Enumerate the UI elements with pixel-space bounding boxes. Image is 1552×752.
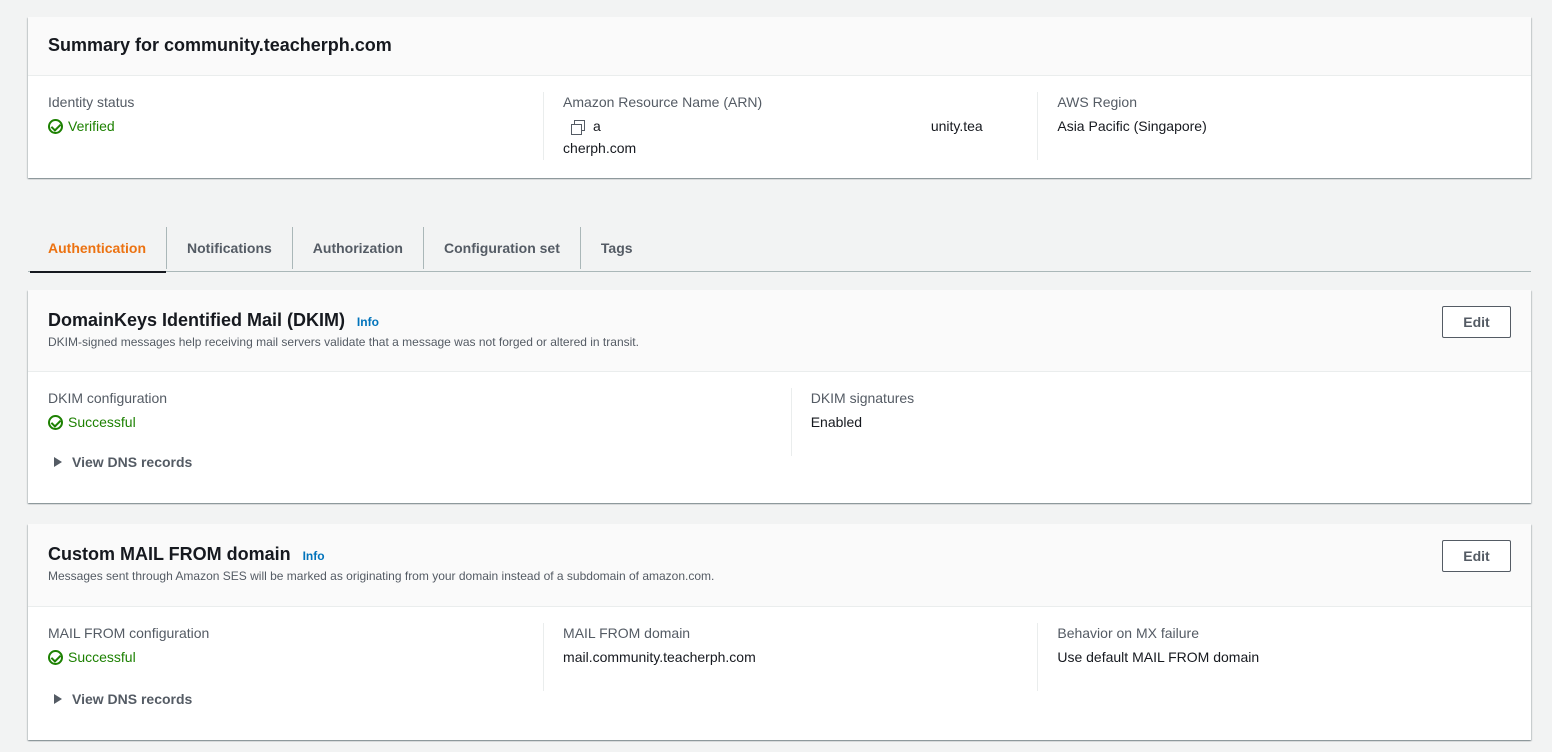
mailfrom-panel: Custom MAIL FROM domain Info Messages se… — [28, 524, 1531, 740]
tab-authentication[interactable]: Authentication — [28, 227, 167, 273]
mx-failure-column: Behavior on MX failure Use default MAIL … — [1037, 623, 1511, 691]
arn-label: Amazon Resource Name (ARN) — [563, 94, 763, 110]
mailfrom-config-text: Successful — [68, 649, 136, 665]
region-label: AWS Region — [1057, 94, 1137, 110]
mailfrom-edit-button[interactable]: Edit — [1442, 540, 1511, 572]
dkim-signatures-column: DKIM signatures Enabled — [790, 388, 1511, 456]
mailfrom-domain-column: MAIL FROM domain mail.community.teacherp… — [543, 623, 1037, 691]
dkim-config-value: Successful — [48, 411, 136, 433]
dkim-panel: DomainKeys Identified Mail (DKIM) Info D… — [28, 290, 1531, 503]
mailfrom-domain-label: MAIL FROM domain — [563, 625, 691, 641]
copy-icon[interactable] — [571, 120, 586, 136]
dkim-config-column: DKIM configuration Successful — [48, 388, 791, 433]
dkim-config-text: Successful — [68, 414, 136, 430]
dkim-edit-button[interactable]: Edit — [1442, 306, 1511, 338]
tab-bar: Authentication Notifications Authorizati… — [28, 222, 1531, 273]
dkim-signatures-label: DKIM signatures — [810, 390, 915, 406]
dkim-description: DKIM-signed messages help receiving mail… — [48, 335, 639, 349]
mailfrom-domain-value: mail.community.teacherph.com — [563, 649, 756, 665]
summary-panel: Summary for community.teacherph.com Iden… — [28, 17, 1531, 178]
check-circle-icon — [48, 649, 63, 665]
mailfrom-info-link[interactable]: Info — [303, 549, 325, 563]
mailfrom-config-value: Successful — [48, 646, 136, 668]
tab-configuration-set[interactable]: Configuration set — [424, 227, 581, 269]
identity-status-column: Identity status Verified — [48, 92, 543, 159]
summary-title: Summary for community.teacherph.com — [48, 35, 392, 55]
arn-start: a — [593, 118, 601, 134]
arn-value: a unity.tea cherph.com — [563, 115, 1017, 159]
mailfrom-title: Custom MAIL FROM domain — [48, 544, 291, 564]
dkim-view-dns-label: View DNS records — [72, 454, 193, 470]
identity-status-text: Verified — [68, 118, 115, 134]
arn-line2: cherph.com — [563, 140, 637, 156]
dkim-signatures-value: Enabled — [810, 414, 863, 430]
arn-column: Amazon Resource Name (ARN) a unity.tea ch… — [543, 92, 1037, 160]
dkim-view-dns-toggle[interactable]: View DNS records — [48, 454, 1531, 470]
caret-right-icon — [54, 457, 62, 467]
arn-redaction — [600, 120, 931, 135]
mailfrom-view-dns-label: View DNS records — [72, 691, 193, 707]
caret-right-icon — [54, 694, 62, 704]
identity-status-value: Verified — [48, 115, 115, 137]
mx-failure-label: Behavior on MX failure — [1057, 625, 1199, 641]
arn-end: unity.tea — [930, 118, 983, 134]
mailfrom-header: Custom MAIL FROM domain Info Messages se… — [28, 524, 1531, 607]
dkim-header: DomainKeys Identified Mail (DKIM) Info D… — [28, 290, 1531, 372]
tab-tags[interactable]: Tags — [581, 227, 653, 269]
dkim-info-link[interactable]: Info — [357, 315, 379, 329]
identity-status-label: Identity status — [48, 94, 135, 110]
dkim-config-label: DKIM configuration — [48, 390, 168, 406]
tab-notifications[interactable]: Notifications — [167, 227, 293, 269]
mailfrom-config-column: MAIL FROM configuration Successful — [48, 623, 543, 668]
mailfrom-description: Messages sent through Amazon SES will be… — [48, 569, 715, 583]
check-circle-icon — [48, 118, 63, 134]
region-value: Asia Pacific (Singapore) — [1057, 118, 1207, 134]
mailfrom-config-label: MAIL FROM configuration — [48, 625, 210, 641]
check-circle-icon — [48, 414, 63, 430]
tab-authorization[interactable]: Authorization — [293, 227, 424, 269]
dkim-title: DomainKeys Identified Mail (DKIM) — [48, 310, 346, 330]
summary-header: Summary for community.teacherph.com — [28, 17, 1531, 76]
region-column: AWS Region Asia Pacific (Singapore) — [1037, 92, 1511, 160]
mailfrom-view-dns-toggle[interactable]: View DNS records — [48, 691, 1531, 707]
mx-failure-value: Use default MAIL FROM domain — [1057, 649, 1260, 665]
